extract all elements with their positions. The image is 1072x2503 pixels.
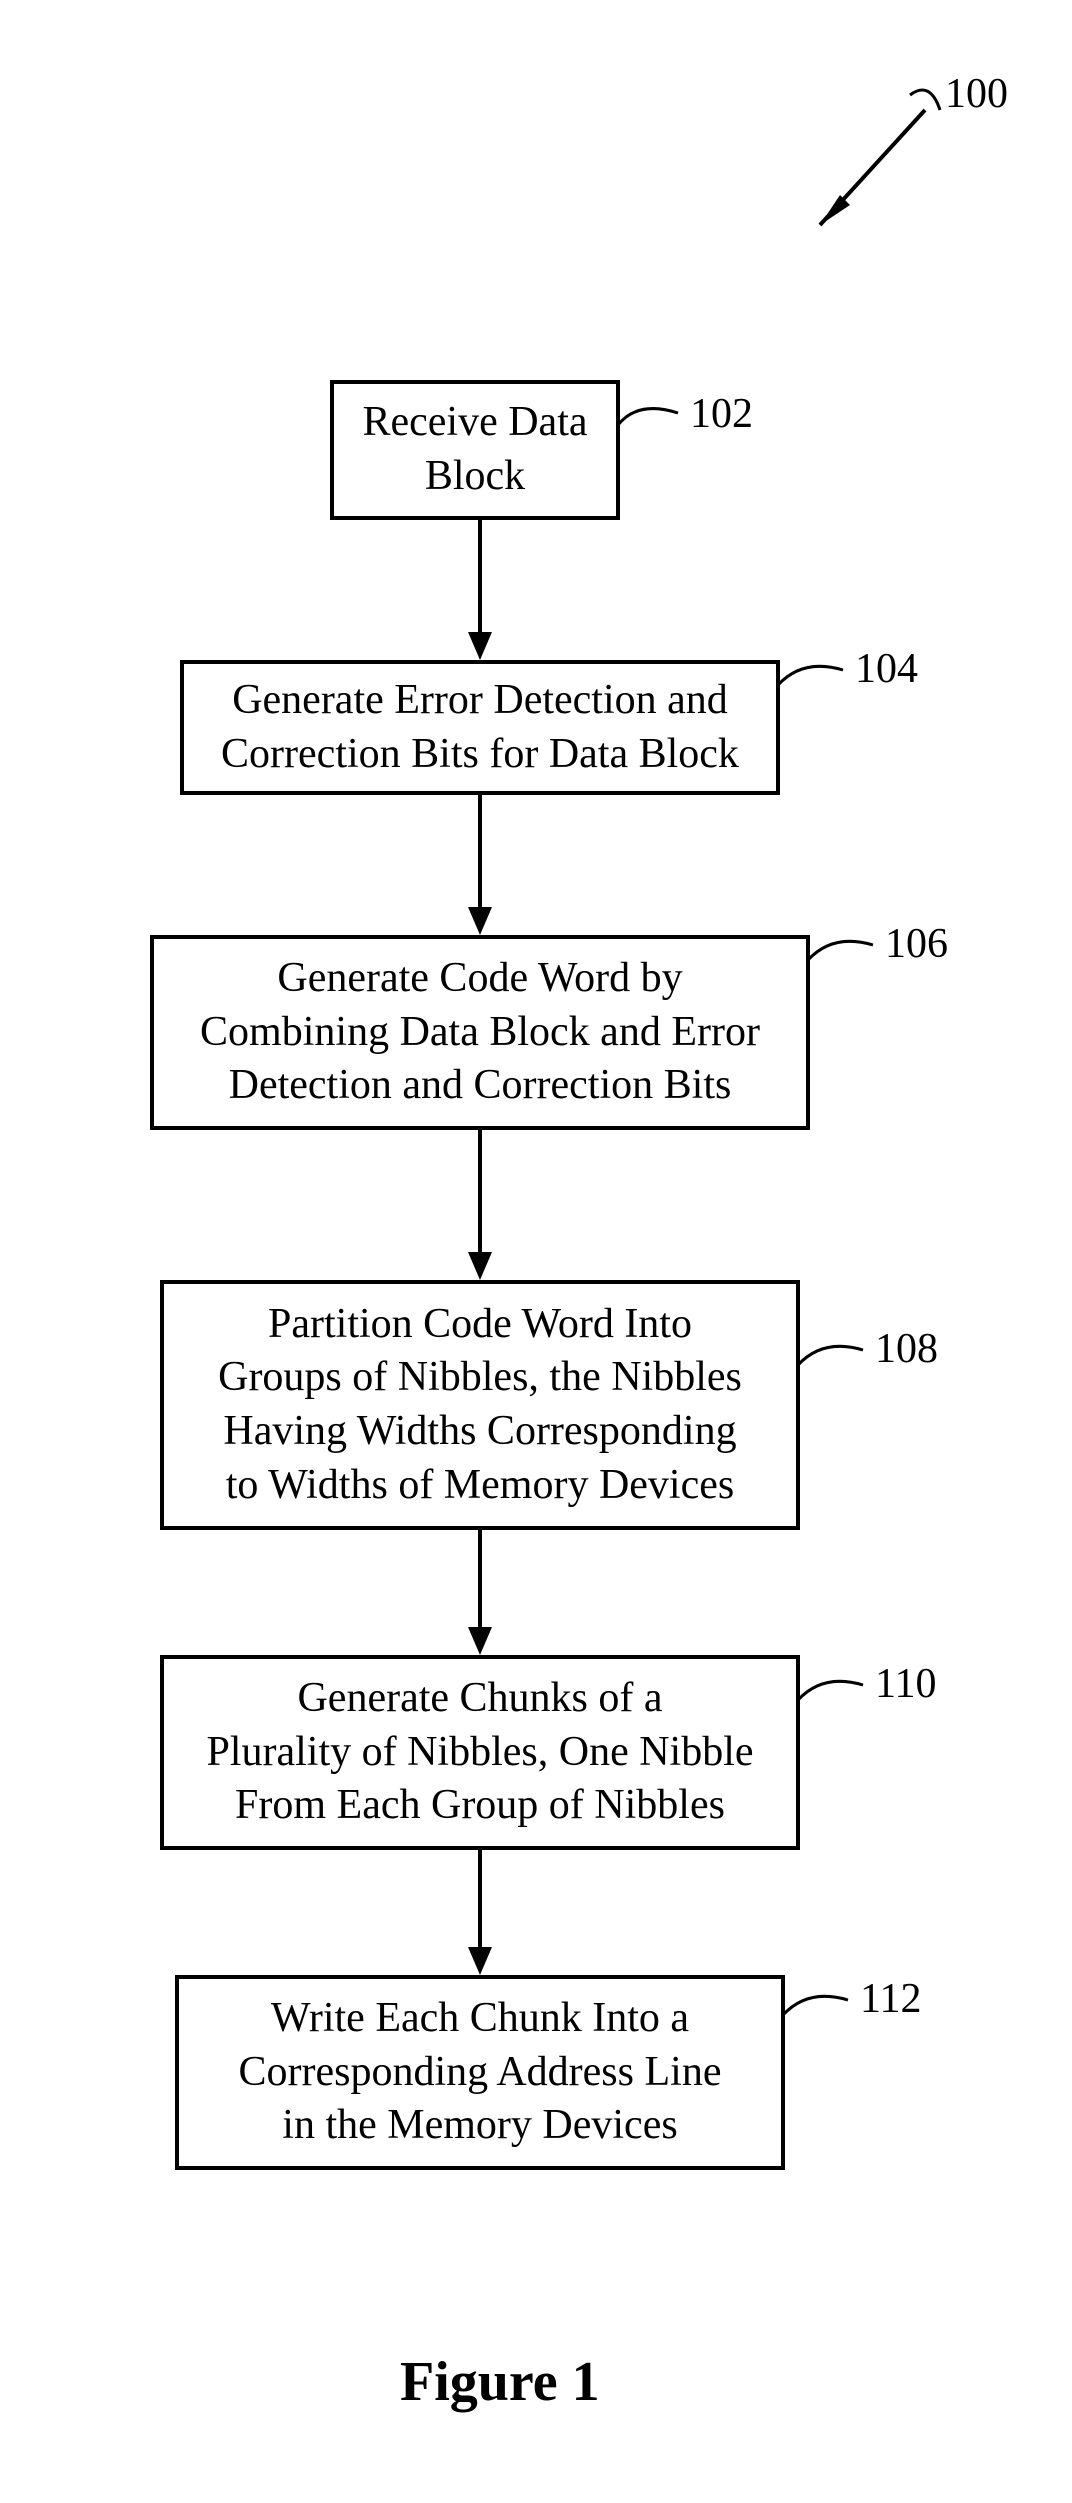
leader-108 (788, 1330, 888, 1390)
figure-ref-leader (780, 85, 950, 255)
figure-caption: Figure 1 (400, 2350, 600, 2414)
flow-node-108: Partition Code Word IntoGroups of Nibble… (160, 1280, 800, 1530)
flow-node-text: Generate Error Detection andCorrection B… (221, 674, 739, 782)
flow-node-text: Write Each Chunk Into aCorresponding Add… (239, 1992, 722, 2153)
flow-node-text: Generate Chunks of aPlurality of Nibbles… (206, 1672, 753, 1833)
flow-node-text: Partition Code Word IntoGroups of Nibble… (218, 1298, 742, 1513)
figure-ref-label: 100 (945, 70, 1008, 118)
leader-104 (768, 650, 868, 710)
arrow-108-110 (450, 1530, 510, 1665)
flow-node-110: Generate Chunks of aPlurality of Nibbles… (160, 1655, 800, 1850)
leader-106 (798, 925, 898, 985)
leader-112 (773, 1980, 873, 2040)
arrow-104-106 (450, 795, 510, 945)
arrow-110-112 (450, 1850, 510, 1985)
node-label-102: 102 (690, 390, 753, 438)
flow-node-text: Receive DataBlock (362, 396, 587, 504)
node-label-112: 112 (860, 1975, 921, 2023)
flow-node-104: Generate Error Detection andCorrection B… (180, 660, 780, 795)
diagram-canvas: 100 Receive DataBlock 102 Generate Error… (0, 0, 1072, 2503)
node-label-104: 104 (855, 645, 918, 693)
flow-node-106: Generate Code Word byCombining Data Bloc… (150, 935, 810, 1130)
node-label-110: 110 (875, 1660, 936, 1708)
flow-node-text: Generate Code Word byCombining Data Bloc… (200, 952, 760, 1113)
flow-node-112: Write Each Chunk Into aCorresponding Add… (175, 1975, 785, 2170)
arrow-102-104 (450, 520, 510, 670)
node-label-108: 108 (875, 1325, 938, 1373)
node-label-106: 106 (885, 920, 948, 968)
leader-110 (788, 1665, 888, 1725)
arrow-106-108 (450, 1130, 510, 1290)
flow-node-102: Receive DataBlock (330, 380, 620, 520)
